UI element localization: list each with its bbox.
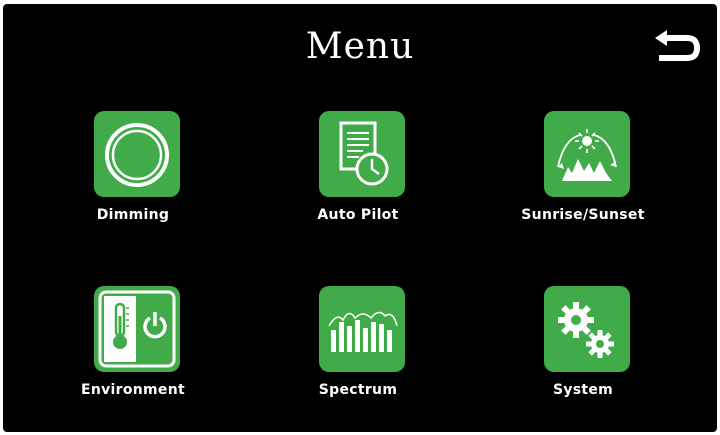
menu-item-sunrise-sunset[interactable]: Sunrise/Sunset xyxy=(503,111,663,231)
back-button[interactable] xyxy=(651,30,703,68)
auto-pilot-tile xyxy=(319,111,405,197)
menu-item-system[interactable]: System xyxy=(503,286,663,406)
sunrise-sunset-icon xyxy=(557,129,617,181)
environment-tile xyxy=(94,286,180,372)
spectrum-bars-icon xyxy=(328,311,398,352)
menu-item-dimming[interactable]: Dimming xyxy=(53,111,213,231)
spectrum-tile xyxy=(319,286,405,372)
sunrise-sunset-tile xyxy=(544,111,630,197)
menu-item-label: Environment xyxy=(81,382,185,398)
menu-item-label: Sunrise/Sunset xyxy=(521,207,645,223)
menu-item-label: System xyxy=(552,382,614,398)
system-gears-icon xyxy=(558,302,614,358)
dimming-tile xyxy=(94,111,180,197)
back-arrow-icon xyxy=(655,30,701,61)
page-title: Menu xyxy=(305,26,415,67)
menu-item-label: Spectrum xyxy=(318,382,398,398)
system-tile xyxy=(544,286,630,372)
menu-item-label: Auto Pilot xyxy=(317,207,399,223)
menu-item-environment[interactable]: Environment xyxy=(53,286,213,406)
dimming-knob-icon xyxy=(105,123,169,187)
menu-item-spectrum[interactable]: Spectrum xyxy=(278,286,438,406)
menu-screen: Menu Dimming Auto Pilot Sunrise/Sunset E… xyxy=(3,4,717,432)
auto-pilot-schedule-icon xyxy=(339,121,389,186)
environment-thermometer-power-icon xyxy=(98,290,176,368)
menu-item-label: Dimming xyxy=(96,207,170,223)
menu-item-auto-pilot[interactable]: Auto Pilot xyxy=(278,111,438,231)
